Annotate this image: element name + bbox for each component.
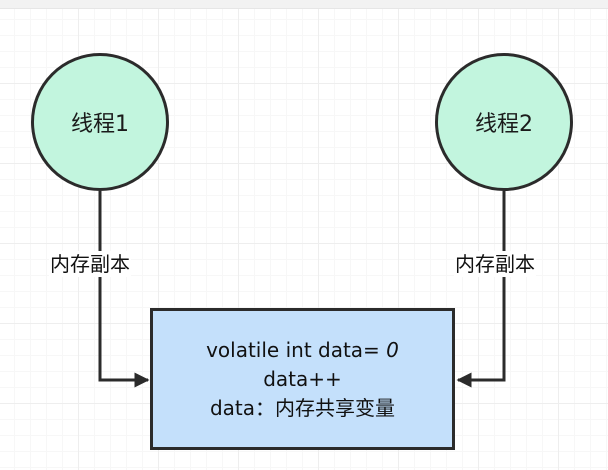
shared-memory-box[interactable]: volatile int data= 0 data++ data：内存共享变量 <box>150 308 455 450</box>
memory-line-declaration: volatile int data= 0 <box>206 336 399 365</box>
edge-label-right: 内存副本 <box>454 251 536 277</box>
connector-thread1-to-memory <box>98 191 150 388</box>
edge-label-left: 内存副本 <box>49 251 131 277</box>
thread2-node[interactable]: 线程2 <box>435 53 573 191</box>
memory-line-increment: data++ <box>263 366 342 391</box>
thread1-label: 线程1 <box>71 112 129 137</box>
thread2-label: 线程2 <box>475 112 533 137</box>
memory-line-description: data：内存共享变量 <box>209 395 396 420</box>
thread1-node[interactable]: 线程1 <box>31 53 169 191</box>
declaration-value: 0 <box>379 337 399 362</box>
connector-thread2-to-memory <box>456 191 506 388</box>
declaration-text: volatile int data= <box>206 337 380 362</box>
